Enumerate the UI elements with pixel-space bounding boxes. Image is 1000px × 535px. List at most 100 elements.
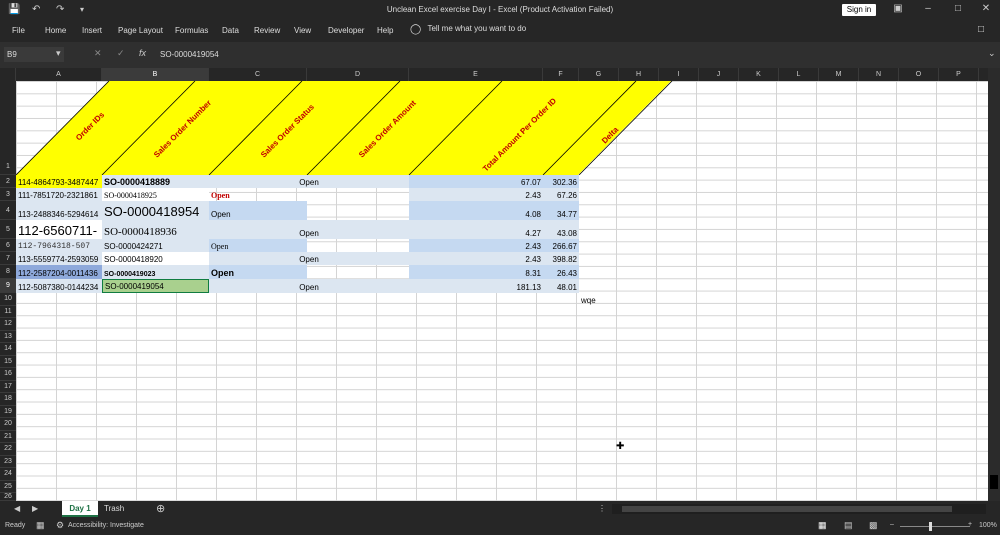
tab-page-layout[interactable]: Page Layout [118,26,163,35]
cell-e9[interactable]: 181.13 [409,279,543,293]
cell-f6[interactable]: 266.67 [543,239,579,252]
tell-me-search[interactable]: ◯ Tell me what you want to do [410,24,526,35]
column-header-i[interactable]: I [659,68,699,81]
cell-e3[interactable]: 2.43 [409,188,543,201]
row-header[interactable]: 10 [0,293,16,306]
accessibility-icon[interactable]: ⚙ [56,520,64,531]
tab-help[interactable]: Help [377,26,393,35]
tab-data[interactable]: Data [222,26,239,35]
row-header[interactable]: 25 [0,481,16,493]
sheet-tab-trash[interactable]: Trash [104,504,124,513]
column-header-g[interactable]: G [579,68,619,81]
cell-b9[interactable]: SO-0000419054 [102,279,209,293]
page-break-view-icon[interactable]: ▩ [869,520,878,531]
cell-b7[interactable]: SO-0000418920 [102,252,209,265]
cell-c3[interactable]: Open [209,188,307,201]
row-header[interactable]: 7 [0,252,16,265]
close-icon[interactable]: ✕ [978,2,994,16]
row-header[interactable]: 5 [0,220,16,239]
next-sheet-icon[interactable]: ▶ [32,504,38,513]
zoom-level[interactable]: 100% [979,522,997,529]
insert-function-icon[interactable]: fx [139,48,146,58]
cell-f7[interactable]: 398.82 [543,252,579,265]
row-header[interactable]: 23 [0,456,16,468]
cell-f2[interactable]: 302.36 [543,175,579,188]
cell-b2[interactable]: SO-0000418889 [102,175,209,188]
tab-insert[interactable]: Insert [82,26,102,35]
cancel-icon[interactable]: ✕ [94,48,102,59]
cell-e6[interactable]: 2.43 [409,239,543,252]
cell-f10[interactable]: wqe [579,293,619,306]
tab-developer[interactable]: Developer [328,26,364,35]
page-layout-view-icon[interactable]: ▤ [844,520,853,531]
cell-e8[interactable]: 8.31 [409,265,543,279]
cell-a7[interactable]: 113-5559774-2593059 [16,252,102,265]
cell-c8[interactable]: Open [209,265,307,279]
ribbon-display-icon[interactable]: ▣ [890,2,906,16]
row-header[interactable]: 1 [0,81,16,175]
cell-c5[interactable]: Open [209,220,409,239]
macro-record-icon[interactable]: ▦ [36,520,45,531]
cell-e2[interactable]: 67.07 [409,175,543,188]
cell-c9[interactable]: Open [209,279,409,293]
row-header[interactable]: 13 [0,331,16,343]
tab-home[interactable]: Home [45,26,66,35]
cell-c6[interactable]: Open [209,239,307,252]
column-header-d[interactable]: D [307,68,409,81]
zoom-slider[interactable] [900,526,970,527]
cell-c2[interactable]: Open [209,175,409,188]
zoom-out-icon[interactable]: – [890,521,894,528]
name-box-dropdown-icon[interactable]: ▾ [56,48,61,59]
row-header[interactable]: 21 [0,431,16,443]
prev-sheet-icon[interactable]: ◀ [14,504,20,513]
row-header[interactable]: 4 [0,201,16,220]
cell-a2[interactable]: 114-4864793-3487447 [16,175,102,188]
column-header-f[interactable]: F [543,68,579,81]
row-header[interactable]: 26 [0,493,16,501]
row-header[interactable]: 22 [0,443,16,456]
row-header[interactable]: 24 [0,468,16,481]
new-sheet-icon[interactable]: ⊕ [156,502,165,515]
row-header[interactable]: 11 [0,306,16,318]
cell-a9[interactable]: 112-5087380-0144234 [16,279,102,293]
cell-e4[interactable]: 4.08 [409,201,543,220]
select-all-corner[interactable] [0,68,16,81]
worksheet-grid[interactable]: Order IDs Sales Order Number Sales Order… [16,81,988,501]
row-header[interactable]: 18 [0,393,16,406]
column-header-b[interactable]: B [102,68,209,81]
row-header[interactable]: 16 [0,368,16,381]
maximize-icon[interactable]: □ [950,2,966,16]
cell-b3[interactable]: SO-0000418925 [102,188,209,201]
comments-icon[interactable]: □ [978,24,984,35]
cell-e7[interactable]: 2.43 [409,252,543,265]
cell-a3[interactable]: 111-7851720-2321861 [16,188,102,201]
row-header[interactable]: 6 [0,239,16,252]
cell-c7[interactable]: Open [209,252,409,265]
row-header[interactable]: 8 [0,265,16,279]
cell-a4[interactable]: 113-2488346-5294614 [16,201,102,220]
enter-icon[interactable]: ✓ [117,48,125,59]
vertical-scroll-thumb[interactable] [990,475,998,489]
expand-formula-bar-icon[interactable]: ⌄ [988,48,996,59]
name-box[interactable]: B9 [4,47,64,62]
minimize-icon[interactable]: – [920,2,936,16]
column-header-m[interactable]: M [819,68,859,81]
tab-review[interactable]: Review [254,26,280,35]
zoom-slider-thumb[interactable] [929,522,932,531]
column-header-l[interactable]: L [779,68,819,81]
sign-in-button[interactable]: Sign in [842,4,876,16]
horizontal-scroll-thumb[interactable] [622,506,952,512]
cell-f8[interactable]: 26.43 [543,265,579,279]
cell-f9[interactable]: 48.01 [543,279,579,293]
column-header-e[interactable]: E [409,68,543,81]
column-header-n[interactable]: N [859,68,899,81]
sheet-tab-day-1[interactable]: Day 1 [62,501,98,517]
vertical-scrollbar[interactable] [988,68,1000,501]
row-header[interactable]: 9 [0,279,16,293]
row-header[interactable]: 3 [0,188,16,201]
cell-a5[interactable]: 112-6560711- [16,220,102,239]
normal-view-icon[interactable]: ▦ [818,520,827,531]
cell-a6[interactable]: 112-7964318-507 [16,239,102,252]
formula-input[interactable]: SO-0000419054 [160,47,219,62]
cell-b8[interactable]: SO-0000419023 [102,265,209,279]
